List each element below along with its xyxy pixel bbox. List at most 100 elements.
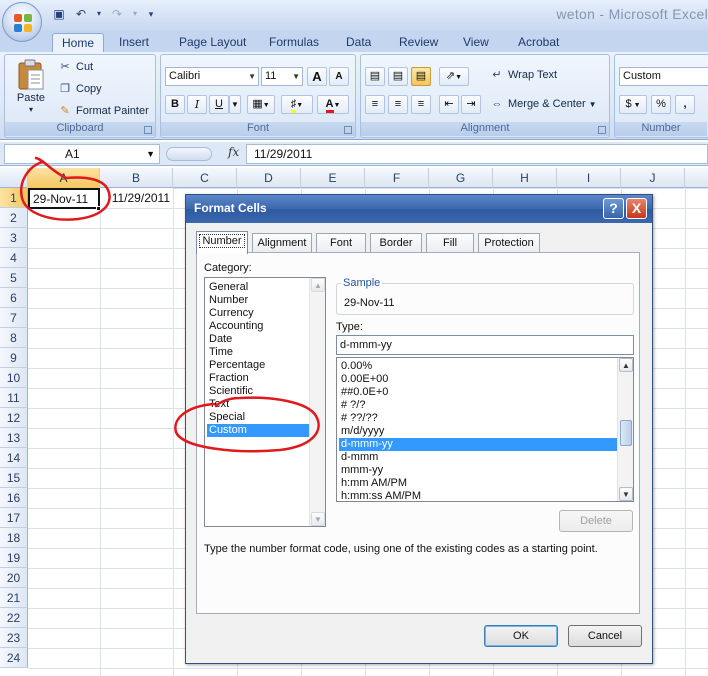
scroll-up-icon[interactable]: ▲	[311, 278, 325, 292]
scroll-down-icon[interactable]: ▼	[619, 487, 633, 501]
type-item[interactable]: h:mm:ss AM/PM	[339, 490, 617, 501]
category-item[interactable]: Date	[207, 333, 309, 346]
tab-view[interactable]: View	[463, 33, 489, 52]
category-item[interactable]: Accounting	[207, 320, 309, 333]
category-item[interactable]: Number	[207, 294, 309, 307]
column-header-g[interactable]: G	[429, 168, 493, 188]
row-header-7[interactable]: 7	[0, 308, 28, 328]
column-header-i[interactable]: I	[557, 168, 621, 188]
row-header-18[interactable]: 18	[0, 528, 28, 548]
grow-font-button[interactable]: A	[307, 67, 327, 86]
row-header-21[interactable]: 21	[0, 588, 28, 608]
scroll-up-icon[interactable]: ▲	[619, 358, 633, 372]
font-color-button[interactable]: A▼	[317, 95, 349, 114]
column-header-d[interactable]: D	[237, 168, 301, 188]
currency-button[interactable]: $ ▼	[619, 95, 647, 114]
formula-bar-splitter[interactable]	[166, 147, 212, 161]
tab-page-layout[interactable]: Page Layout	[179, 33, 246, 52]
dialog-tab-fill[interactable]: Fill	[426, 233, 474, 253]
row-header-1[interactable]: 1	[0, 188, 28, 208]
dialog-tab-protection[interactable]: Protection	[478, 233, 540, 253]
paste-button[interactable]: Paste ▾	[11, 59, 51, 114]
type-item[interactable]: h:mm AM/PM	[339, 477, 617, 490]
row-header-8[interactable]: 8	[0, 328, 28, 348]
formula-input[interactable]: 11/29/2011	[246, 144, 708, 164]
category-item-selected[interactable]: Custom	[207, 424, 309, 437]
row-header-10[interactable]: 10	[0, 368, 28, 388]
align-bottom-button[interactable]: ▤	[411, 67, 431, 86]
column-header-f[interactable]: F	[365, 168, 429, 188]
dialog-tab-alignment[interactable]: Alignment	[252, 233, 312, 253]
fill-handle[interactable]	[96, 206, 101, 211]
number-format-combo[interactable]: Custom	[619, 67, 708, 86]
alignment-launcher-icon[interactable]	[598, 126, 606, 134]
cell-a1[interactable]: 29-Nov-11	[28, 188, 100, 209]
orientation-button[interactable]: ⇗▼	[439, 67, 469, 86]
row-header-19[interactable]: 19	[0, 548, 28, 568]
row-header-6[interactable]: 6	[0, 288, 28, 308]
borders-button[interactable]: ▦▼	[247, 95, 275, 114]
copy-button[interactable]: ❐ Copy	[57, 82, 102, 96]
category-scrollbar[interactable]: ▲ ▼	[309, 278, 325, 526]
type-item[interactable]: mmm-yy	[339, 464, 617, 477]
row-header-16[interactable]: 16	[0, 488, 28, 508]
bold-button[interactable]: B	[165, 95, 185, 114]
redo-icon[interactable]: ↷	[108, 5, 126, 23]
select-all-button[interactable]	[0, 168, 28, 188]
scroll-thumb[interactable]	[620, 420, 632, 446]
close-button[interactable]: X	[626, 198, 647, 219]
wrap-text-button[interactable]: ↵ Wrap Text	[489, 68, 557, 82]
tab-data[interactable]: Data	[346, 33, 371, 52]
row-header-11[interactable]: 11	[0, 388, 28, 408]
dialog-tab-border[interactable]: Border	[370, 233, 422, 253]
align-center-button[interactable]: ≡	[388, 95, 408, 114]
category-list[interactable]: General Number Currency Accounting Date …	[204, 277, 326, 527]
font-name-combo[interactable]: Calibri ▼	[165, 67, 259, 86]
clipboard-launcher-icon[interactable]	[144, 126, 152, 134]
ok-button[interactable]: OK	[484, 625, 558, 647]
category-item[interactable]: Currency	[207, 307, 309, 320]
type-item[interactable]: m/d/yyyy	[339, 425, 617, 438]
insert-function-icon[interactable]: fx	[228, 145, 239, 159]
column-header-h[interactable]: H	[493, 168, 557, 188]
row-header-5[interactable]: 5	[0, 268, 28, 288]
row-header-23[interactable]: 23	[0, 628, 28, 648]
merge-center-button[interactable]: ⇔ Merge & Center ▼	[489, 97, 597, 111]
dialog-tab-font[interactable]: Font	[316, 233, 366, 253]
tab-home[interactable]: Home	[52, 33, 105, 52]
fill-color-button[interactable]: ♯▼	[281, 95, 313, 114]
column-header-j[interactable]: J	[621, 168, 685, 188]
type-input[interactable]: d-mmm-yy	[336, 335, 634, 355]
align-top-button[interactable]: ▤	[365, 67, 385, 86]
office-button[interactable]	[2, 2, 42, 42]
undo-icon[interactable]: ↶	[72, 5, 90, 23]
customize-icon[interactable]: ▾	[144, 5, 158, 23]
save-icon[interactable]: ▣	[50, 5, 68, 23]
type-item[interactable]: 0.00%	[339, 360, 617, 373]
delete-button[interactable]: Delete	[559, 510, 633, 532]
column-header-e[interactable]: E	[301, 168, 365, 188]
tab-acrobat[interactable]: Acrobat	[518, 33, 559, 52]
column-header-c[interactable]: C	[173, 168, 237, 188]
increase-indent-button[interactable]: ⇥	[461, 95, 481, 114]
tab-formulas[interactable]: Formulas	[269, 33, 319, 52]
row-header-20[interactable]: 20	[0, 568, 28, 588]
dialog-tab-number[interactable]: Number	[196, 231, 248, 254]
decrease-indent-button[interactable]: ⇤	[439, 95, 459, 114]
comma-button[interactable]: ,	[675, 95, 695, 114]
row-header-2[interactable]: 2	[0, 208, 28, 228]
align-left-button[interactable]: ≡	[365, 95, 385, 114]
type-item[interactable]: # ?/?	[339, 399, 617, 412]
tab-insert[interactable]: Insert	[119, 33, 149, 52]
type-scrollbar[interactable]: ▲ ▼	[617, 358, 633, 501]
scroll-down-icon[interactable]: ▼	[311, 512, 325, 526]
category-item[interactable]: General	[207, 281, 309, 294]
type-item-selected[interactable]: d-mmm-yy	[339, 438, 617, 451]
underline-dropdown-icon[interactable]: ▼	[229, 95, 241, 114]
cancel-button[interactable]: Cancel	[568, 625, 642, 647]
row-header-3[interactable]: 3	[0, 228, 28, 248]
category-item[interactable]: Scientific	[207, 385, 309, 398]
dialog-title-bar[interactable]: Format Cells ? X	[186, 195, 652, 223]
row-header-17[interactable]: 17	[0, 508, 28, 528]
row-header-9[interactable]: 9	[0, 348, 28, 368]
